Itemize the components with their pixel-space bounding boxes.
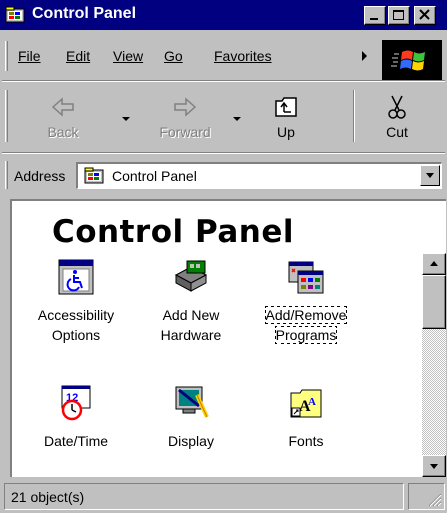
minimize-icon <box>370 18 378 20</box>
item-add-new-hardware[interactable]: Add New Hardware <box>143 259 239 355</box>
up-folder-icon <box>275 97 297 117</box>
menu-edit[interactable]: Edit <box>66 48 90 64</box>
address-label: Address <box>14 168 66 184</box>
menu-favorites[interactable]: Favorites <box>214 48 272 64</box>
scissors-icon <box>388 95 406 119</box>
item-display[interactable]: Display <box>143 385 239 477</box>
forward-arrow-icon <box>174 97 197 117</box>
toolbar-separator <box>353 90 355 142</box>
folder-title: Control Panel <box>52 214 294 250</box>
menu-separator <box>2 80 445 82</box>
arrow-up-icon <box>430 261 438 266</box>
forward-dropdown-arrow[interactable] <box>233 117 241 121</box>
item-fonts[interactable]: A A Fonts <box>258 385 354 477</box>
accessibility-icon <box>58 259 94 295</box>
control-panel-icon <box>5 6 25 23</box>
toolbar-separator-line <box>2 152 445 154</box>
maximize-button[interactable] <box>388 6 410 25</box>
menu-bar-grip[interactable] <box>5 41 8 71</box>
status-pane: 21 object(s) <box>4 483 404 510</box>
address-bar: Address Control Panel <box>0 157 447 193</box>
resize-grip-icon[interactable] <box>428 493 442 507</box>
window-title: Control Panel <box>32 5 137 22</box>
menu-go-label: Go <box>164 48 183 64</box>
scroll-thumb[interactable] <box>422 275 446 329</box>
explorer-window: Control Panel File Edit View Go Favorite… <box>0 0 447 513</box>
menu-bar: File Edit View Go Favorites <box>0 37 447 77</box>
minimize-button[interactable] <box>364 6 386 25</box>
windows-flag-icon <box>391 50 425 71</box>
back-button[interactable]: Back <box>28 88 98 146</box>
arrow-down-icon <box>430 464 438 469</box>
clock-icon: 12 <box>61 385 91 421</box>
hardware-icon <box>174 260 208 292</box>
item-label: Add New Hardware <box>160 307 222 343</box>
folder-view[interactable]: Control Panel Accessibility Options Add … <box>10 199 446 477</box>
address-value: Control Panel <box>112 168 197 184</box>
windows-logo <box>382 40 442 80</box>
control-panel-icon <box>84 167 104 184</box>
back-dropdown-arrow[interactable] <box>122 117 130 121</box>
menu-favorites-label: Favorites <box>214 48 272 64</box>
back-arrow-icon <box>51 97 74 117</box>
menu-view[interactable]: View <box>113 48 143 64</box>
back-label: Back <box>47 124 79 140</box>
fonts-folder-icon: A A <box>290 389 322 418</box>
item-label: Display <box>168 433 214 449</box>
toolbar-grip[interactable] <box>5 90 8 142</box>
chevron-right-icon[interactable] <box>362 51 367 61</box>
status-text: 21 object(s) <box>11 489 85 505</box>
vertical-scrollbar[interactable] <box>422 253 446 477</box>
toolbar: Back Forward Up Cut <box>0 84 447 150</box>
menu-edit-label: Edit <box>66 48 91 64</box>
menu-file-label: File <box>18 48 41 64</box>
cut-button[interactable]: Cut <box>362 88 432 146</box>
scroll-down-button[interactable] <box>422 455 446 477</box>
svg-text:A: A <box>308 396 316 408</box>
scroll-up-button[interactable] <box>422 253 446 275</box>
close-icon <box>419 9 430 20</box>
up-button[interactable]: Up <box>251 88 321 146</box>
chevron-down-icon <box>426 173 434 178</box>
up-label: Up <box>277 124 295 140</box>
maximize-icon <box>393 10 404 20</box>
monitor-icon <box>175 386 209 418</box>
item-add-remove-programs[interactable]: Add/Remove Programs <box>258 259 354 355</box>
item-label: Add/Remove Programs <box>264 306 348 344</box>
forward-label: Forward <box>159 124 211 140</box>
close-button[interactable] <box>414 6 436 25</box>
item-label-wrapper: Add/Remove Programs <box>258 305 354 345</box>
cut-label: Cut <box>386 124 408 140</box>
menu-view-label: View <box>113 48 144 64</box>
title-bar[interactable]: Control Panel <box>0 0 447 30</box>
item-label: Accessibility Options <box>37 307 115 343</box>
address-field[interactable]: Control Panel <box>76 162 442 189</box>
item-label: Date/Time <box>43 433 109 449</box>
item-date-time[interactable]: 12 Date/Time <box>28 385 124 477</box>
status-bar: 21 object(s) <box>0 481 447 513</box>
status-pane-secondary <box>408 483 445 510</box>
menu-go[interactable]: Go <box>164 48 183 64</box>
forward-button[interactable]: Forward <box>150 88 220 146</box>
address-bar-grip[interactable] <box>5 161 8 189</box>
programs-icon <box>288 261 324 294</box>
item-accessibility-options[interactable]: Accessibility Options <box>28 259 124 355</box>
address-dropdown-button[interactable] <box>420 165 440 186</box>
item-label: Fonts <box>288 433 324 449</box>
menu-file[interactable]: File <box>18 48 41 64</box>
